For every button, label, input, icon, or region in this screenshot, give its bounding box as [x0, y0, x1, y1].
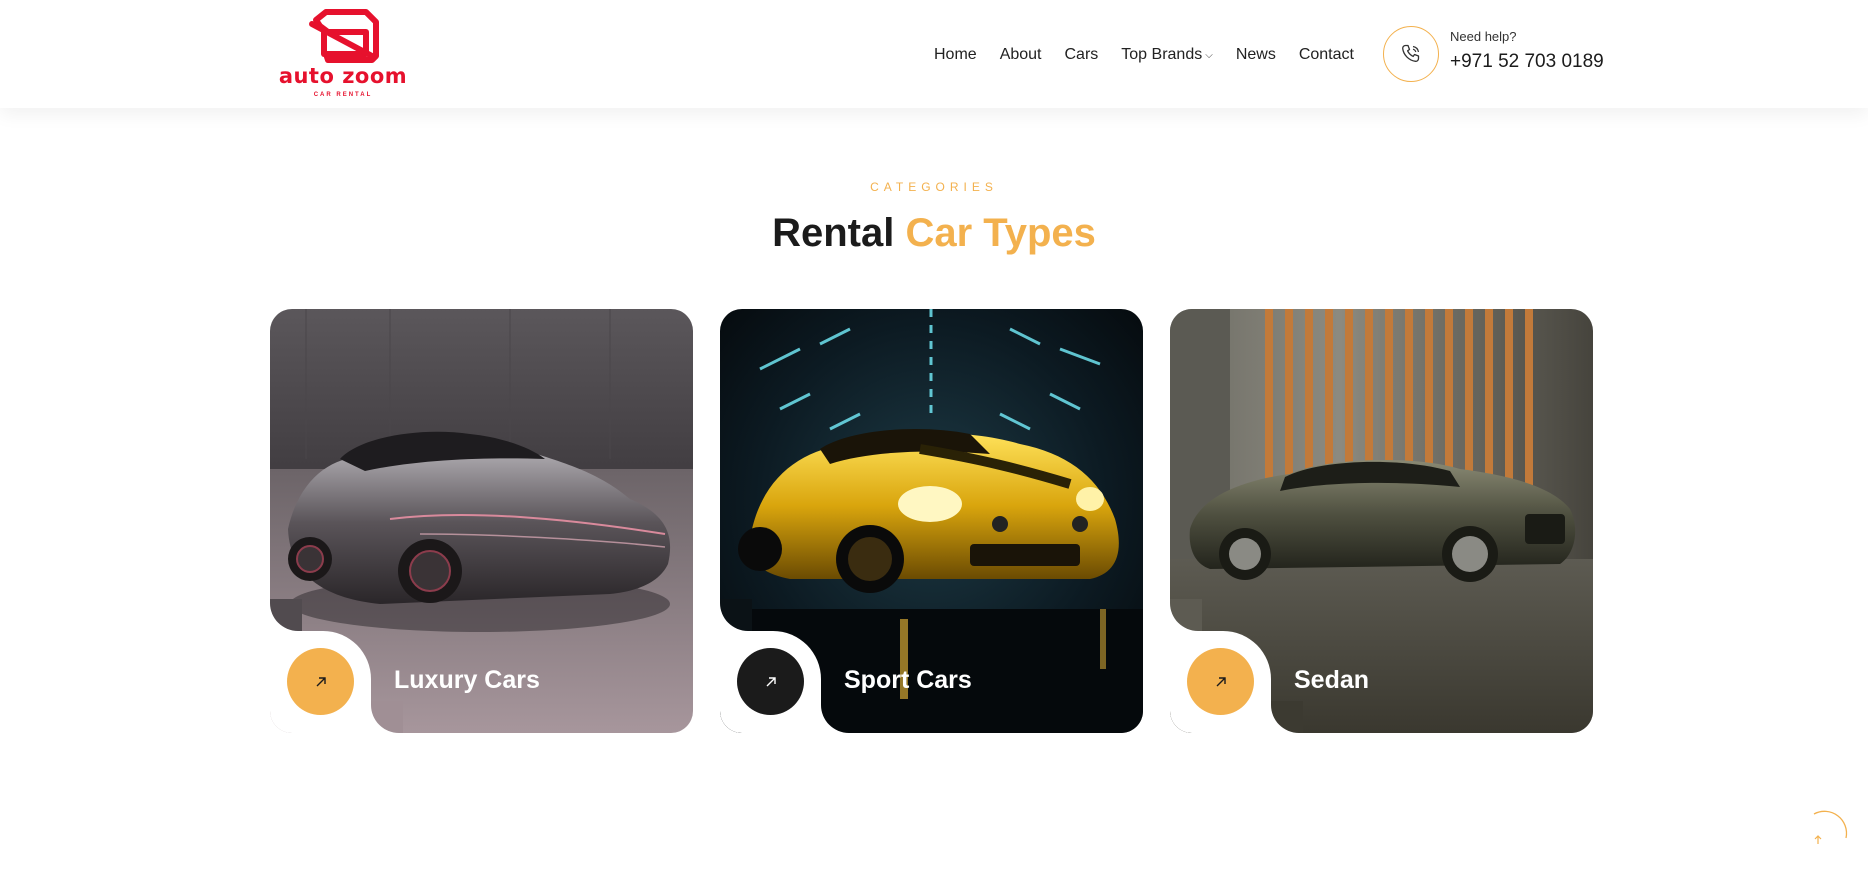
- chevron-down-icon: ⌵: [1205, 49, 1213, 61]
- section-title: Rental Car Types: [0, 211, 1868, 256]
- brand-logo[interactable]: auto zoom CAR RENTAL: [268, 6, 418, 102]
- category-card-sport[interactable]: Sport Cars: [720, 309, 1143, 733]
- logo-mark-icon: [309, 9, 379, 63]
- arrow-up-right-icon: [316, 676, 326, 686]
- section-eyebrow: CATEGORIES: [870, 180, 998, 194]
- main-nav: Home About Cars Top Brands ⌵ News Contac…: [934, 44, 1377, 66]
- arrow-up-right-icon: [766, 676, 776, 686]
- nav-cars[interactable]: Cars: [1065, 46, 1099, 64]
- nav-about[interactable]: About: [1000, 46, 1042, 64]
- phone-icon: [1402, 44, 1420, 62]
- scroll-to-top-button[interactable]: [1800, 810, 1850, 860]
- nav-contact[interactable]: Contact: [1299, 46, 1354, 64]
- card-arrow-button[interactable]: [737, 648, 804, 715]
- card-label: Sedan: [1294, 666, 1370, 694]
- nav-top-brands[interactable]: Top Brands ⌵: [1121, 46, 1213, 64]
- site-header: auto zoom CAR RENTAL Home About Cars Top…: [0, 0, 1868, 108]
- brand-name: auto zoom: [278, 64, 408, 88]
- phone-icon-button[interactable]: [1383, 26, 1439, 82]
- category-card-sedan[interactable]: Sedan: [1170, 309, 1593, 733]
- arrow-up-right-icon: [1216, 676, 1226, 686]
- card-arrow-button[interactable]: [1187, 648, 1254, 715]
- card-label: Sport Cars: [844, 666, 972, 694]
- help-phone-number[interactable]: +971 52 703 0189: [1450, 51, 1604, 73]
- card-arrow-button[interactable]: [287, 648, 354, 715]
- help-label: Need help?: [1450, 29, 1517, 44]
- nav-news[interactable]: News: [1236, 46, 1276, 64]
- section-title-part1: Rental: [772, 211, 895, 255]
- arrow-up-icon: [1813, 810, 1848, 844]
- category-card-luxury[interactable]: Luxury Cars: [270, 309, 693, 733]
- nav-top-brands-label: Top Brands: [1121, 46, 1203, 63]
- section-title-part2: Car Types: [905, 211, 1096, 255]
- nav-home[interactable]: Home: [934, 46, 977, 64]
- brand-tagline: CAR RENTAL: [313, 92, 373, 98]
- card-label: Luxury Cars: [394, 666, 540, 694]
